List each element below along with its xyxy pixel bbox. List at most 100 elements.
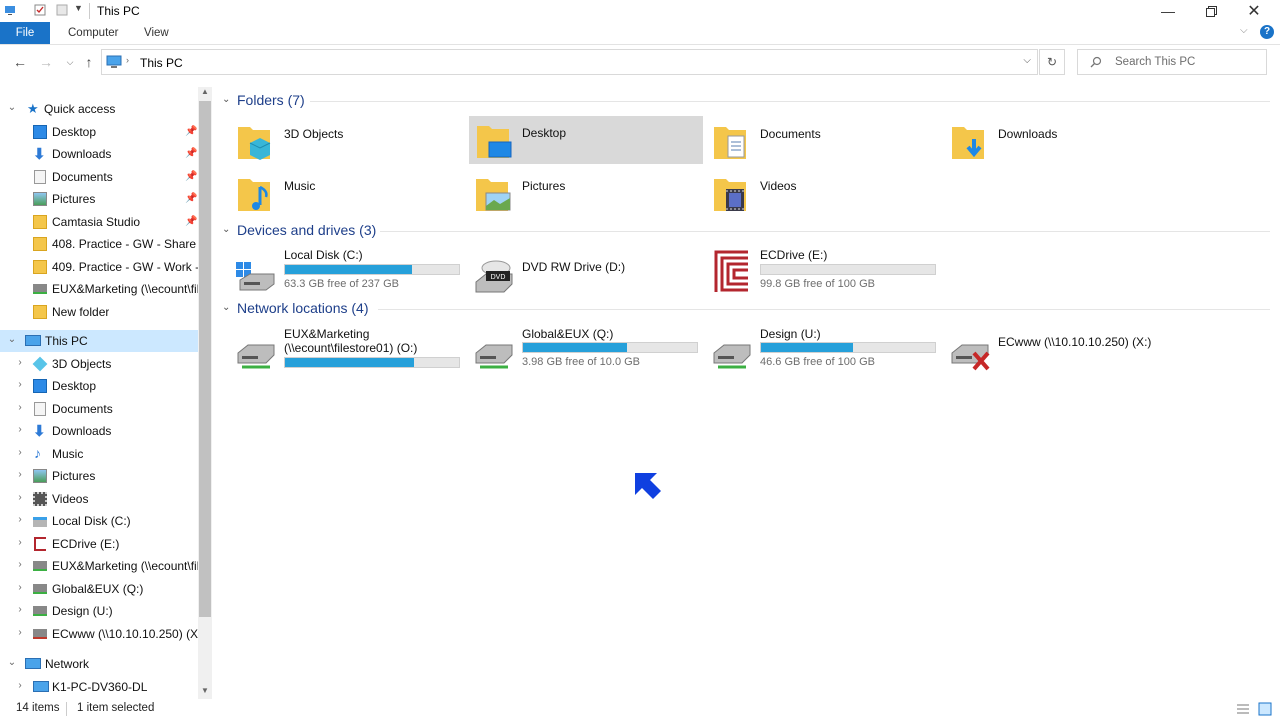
nav-pc-documents[interactable]: › Documents [0,398,198,420]
search-input[interactable]: Search This PC [1115,56,1195,68]
chevron-down-icon[interactable]: ⌄ [222,224,230,235]
expand-ribbon-icon[interactable]: ⌵ [1240,25,1248,36]
netloc-design-u[interactable]: Design (U:) 46.6 GB free of 100 GB [712,325,946,373]
nav-qa-new-folder[interactable]: New folder [0,301,198,323]
chevron-right-icon[interactable]: › [15,559,25,570]
nav-pc-desktop[interactable]: › Desktop [0,375,198,397]
chevron-right-icon[interactable]: › [15,379,25,390]
recent-locations-icon[interactable]: ⌵ [62,54,78,70]
customize-qat-icon[interactable]: ▼ [74,3,86,15]
drive-local-disk-c[interactable]: Local Disk (C:) 63.3 GB free of 237 GB [236,246,470,294]
nav-network[interactable]: ⌄ Network [0,653,198,675]
chevron-right-icon[interactable]: › [15,492,25,503]
back-button[interactable]: ← [12,54,28,70]
pin-icon[interactable]: 📌 [185,126,197,137]
nav-pc-ecwww[interactable]: › ECwww (\\10.10.10.250) (X:) [0,623,205,645]
nav-this-pc[interactable]: ⌄ This PC [0,330,198,352]
tab-computer[interactable]: Computer [56,22,131,44]
videos-folder-icon [714,179,746,211]
search-box[interactable]: Search This PC [1077,49,1267,75]
chevron-down-icon[interactable]: ⌄ [222,94,230,105]
chevron-right-icon[interactable]: › [15,627,25,638]
large-icons-view-icon[interactable] [1258,702,1272,716]
divider [0,44,1280,45]
pin-icon[interactable]: 📌 [185,148,197,159]
refresh-button[interactable]: ↻ [1039,49,1065,75]
folder-music[interactable]: Music [236,169,470,217]
folder-documents[interactable]: Documents [712,117,946,165]
nav-pc-downloads[interactable]: › ⬇ Downloads [0,420,198,442]
scrollbar-thumb[interactable] [199,101,211,617]
up-button[interactable]: ↑ [81,54,97,70]
nav-qa-camtasia[interactable]: Camtasia Studio 📌 [0,211,198,233]
chevron-right-icon[interactable]: › [15,402,25,413]
chevron-down-icon[interactable]: ⌄ [7,657,17,668]
address-dropdown-icon[interactable]: ⌵ [1023,55,1031,66]
nav-pc-pictures[interactable]: › Pictures [0,465,198,487]
nav-network-pc[interactable]: › K1-PC-DV360-DL [0,676,198,698]
new-folder-icon[interactable] [56,4,68,16]
nav-qa-409[interactable]: 409. Practice - GW - Work - E( [0,256,198,278]
address-bar[interactable]: › This PC ⌵ [101,49,1038,75]
chevron-right-icon[interactable]: › [15,514,25,525]
chevron-down-icon[interactable]: ⌄ [7,102,17,113]
chevron-right-icon[interactable]: › [15,680,25,691]
nav-qa-downloads[interactable]: ⬇ Downloads 📌 [0,143,198,165]
star-icon: ★ [27,101,39,116]
nav-qa-documents[interactable]: Documents 📌 [0,166,198,188]
nav-pc-videos[interactable]: › Videos [0,488,198,510]
close-button[interactable]: ✕ [1232,0,1276,22]
breadcrumb-this-pc[interactable]: This PC [140,56,183,70]
tab-view[interactable]: View [132,22,181,44]
group-title: Network locations (4) [237,300,369,316]
netloc-ecwww-x[interactable]: ECwww (\\10.10.10.250) (X:) [950,325,1184,373]
tab-file[interactable]: File [0,22,50,44]
chevron-right-icon[interactable]: › [15,424,25,435]
scroll-up-icon[interactable]: ▲ [201,87,209,96]
breadcrumb-chevron-icon[interactable]: › [126,55,129,65]
forward-button[interactable]: → [38,54,54,70]
restore-button[interactable] [1189,0,1233,22]
pin-icon[interactable]: 📌 [185,171,197,182]
nav-qa-pictures[interactable]: Pictures 📌 [0,188,198,210]
nav-qa-eux-marketing[interactable]: EUX&Marketing (\\ecount\fil [0,278,198,300]
nav-scrollbar[interactable]: ▲ ▼ [198,87,212,699]
chevron-right-icon[interactable]: › [15,537,25,548]
nav-pc-global-eux[interactable]: › Global&EUX (Q:) [0,578,198,600]
scroll-down-icon[interactable]: ▼ [201,686,209,695]
chevron-down-icon[interactable]: ⌄ [222,302,230,313]
nav-pc-eux-marketing[interactable]: › EUX&Marketing (\\ecount\fil [0,555,198,577]
pin-icon[interactable]: 📌 [185,216,197,227]
chevron-right-icon[interactable]: › [15,582,25,593]
chevron-down-icon[interactable]: ⌄ [7,334,17,345]
netloc-global-eux-q[interactable]: Global&EUX (Q:) 3.98 GB free of 10.0 GB [474,325,708,373]
pin-icon[interactable]: 📌 [185,193,197,204]
minimize-button[interactable]: — [1146,0,1190,22]
chevron-right-icon[interactable]: › [15,469,25,480]
folder-desktop[interactable]: Desktop [469,116,703,164]
nav-pc-3d-objects[interactable]: › 3D Objects [0,353,198,375]
properties-icon[interactable] [34,4,46,16]
chevron-right-icon[interactable]: › [15,447,25,458]
folder-downloads[interactable]: Downloads [950,117,1184,165]
nav-qa-desktop[interactable]: Desktop 📌 [0,121,198,143]
folder-videos[interactable]: Videos [712,169,946,217]
nav-pc-local-disk[interactable]: › Local Disk (C:) [0,510,198,532]
details-view-icon[interactable] [1236,703,1250,715]
help-icon[interactable]: ? [1260,25,1274,39]
drive-ecdrive-e[interactable]: ECDrive (E:) 99.8 GB free of 100 GB [712,246,946,294]
chevron-right-icon[interactable]: › [15,357,25,368]
netloc-eux-marketing-o[interactable]: EUX&Marketing (\\ecount\filestore01) (O:) [236,325,470,373]
nav-quick-access[interactable]: ⌄ ★ Quick access [0,98,198,120]
folder-3d-objects[interactable]: 3D Objects [236,117,470,165]
this-pc-icon[interactable] [4,4,16,16]
drive-dvd-d[interactable]: DVD DVD RW Drive (D:) [474,250,708,298]
network-drive-icon [33,584,47,594]
chevron-right-icon[interactable]: › [15,604,25,615]
nav-qa-408[interactable]: 408. Practice - GW - Share - O [0,233,198,255]
nav-pc-music[interactable]: › ♪ Music [0,443,198,465]
usage-bar [284,357,460,368]
nav-pc-design[interactable]: › Design (U:) [0,600,198,622]
folder-pictures[interactable]: Pictures [474,169,708,217]
nav-pc-ecdrive[interactable]: › ECDrive (E:) [0,533,198,555]
